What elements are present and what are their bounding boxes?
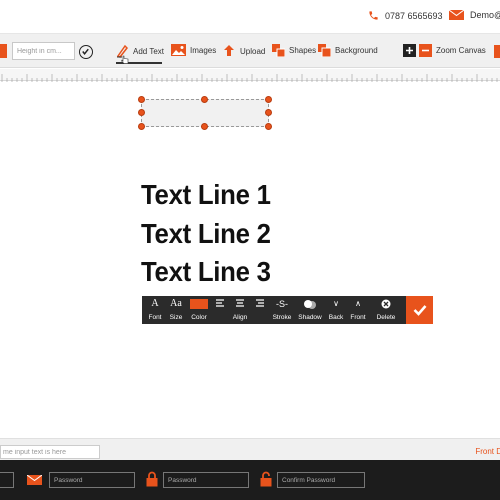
resize-handle-top[interactable] — [201, 96, 208, 103]
text-toolbar-label: Front — [350, 314, 366, 321]
delete-icon — [381, 299, 391, 309]
canvas-text-line-3[interactable]: Text Line 3 — [141, 256, 271, 288]
phone-contact[interactable]: 0787 6565693 — [368, 10, 443, 21]
bring-front-button[interactable]: ∧ Front — [347, 296, 369, 324]
text-toolbar-label: Back — [328, 314, 344, 321]
tool-label: Add Text — [133, 46, 164, 56]
tool-label: Background — [335, 46, 378, 55]
canvas-text-line-2[interactable]: Text Line 2 — [141, 218, 271, 250]
resize-handle-top-right[interactable] — [265, 96, 272, 103]
zoom-in-icon[interactable] — [403, 44, 416, 57]
bottom-input-row: Front D — [0, 438, 500, 460]
phone-icon — [369, 11, 378, 20]
color-swatch — [190, 299, 208, 309]
tool-shapes[interactable]: Shapes — [272, 44, 316, 57]
text-toolbar-label: Delete — [376, 314, 396, 321]
check-icon — [82, 48, 89, 55]
footer-signup — [0, 460, 500, 500]
top-contact-bar: 0787 6565693 Demo@1 — [0, 0, 500, 34]
upload-icon — [224, 45, 234, 56]
align-icon — [216, 299, 264, 307]
resize-handle-bottom-left[interactable] — [138, 123, 145, 130]
zoom-canvas-control: Zoom Canvas — [403, 44, 486, 57]
tool-label: Upload — [240, 46, 266, 56]
tool-label: Images — [190, 45, 217, 55]
image-icon — [171, 44, 186, 56]
front-design-link[interactable]: Front D — [475, 447, 500, 456]
cursor-hand-icon — [121, 55, 129, 64]
zoom-canvas-label: Zoom Canvas — [436, 46, 486, 55]
footer-confirm-password-input[interactable] — [277, 472, 365, 488]
text-toolbar-label: Color — [191, 314, 207, 321]
text-toolbar-label: Shadow — [298, 314, 322, 321]
lock-icon — [146, 471, 158, 487]
footer-name-input[interactable] — [0, 472, 14, 488]
resize-handle-left[interactable] — [138, 109, 145, 116]
envelope-icon — [27, 475, 42, 485]
design-toolbar: Add Text Images Upload Shapes Background… — [0, 34, 500, 68]
text-toolbar-label: Font — [148, 314, 162, 321]
tool-label: Shapes — [289, 46, 317, 55]
shapes-icon — [272, 44, 285, 57]
text-toolbar-label: Align — [232, 314, 248, 321]
tool-background[interactable]: Background — [318, 44, 378, 57]
tool-images[interactable]: Images — [171, 44, 216, 56]
font-icon: A — [151, 298, 159, 309]
text-align-button[interactable]: Align — [212, 296, 268, 324]
text-stroke-button[interactable]: -S- Stroke — [270, 296, 294, 324]
phone-number: 0787 6565693 — [385, 10, 443, 21]
text-font-button[interactable]: A Font — [146, 296, 164, 324]
email-contact[interactable]: Demo@1 — [449, 10, 500, 20]
resize-handle-right[interactable] — [265, 109, 272, 116]
unlock-icon — [260, 471, 272, 487]
bring-front-icon: ∧ — [355, 299, 361, 308]
height-confirm-button[interactable] — [79, 45, 93, 59]
resize-handle-bottom-right[interactable] — [265, 123, 272, 130]
zoom-out-icon[interactable] — [419, 44, 432, 57]
edge-orange-icon[interactable] — [0, 44, 7, 58]
delete-button[interactable]: Delete — [374, 296, 398, 324]
canvas-text-line-1[interactable]: Text Line 1 — [141, 179, 271, 211]
text-edit-toolbar: A Font Aa Size Color Align -S- Stroke Sh… — [142, 296, 406, 324]
footer-password-input[interactable] — [163, 472, 249, 488]
footer-email-input[interactable] — [49, 472, 135, 488]
background-icon — [318, 44, 331, 57]
size-icon: Aa — [170, 298, 182, 309]
canvas-ruler — [0, 69, 500, 82]
text-toolbar-label: Stroke — [272, 314, 292, 321]
height-input[interactable] — [12, 42, 75, 60]
stroke-icon: -S- — [276, 299, 288, 309]
resize-handle-bottom[interactable] — [201, 123, 208, 130]
edge-tool-icon[interactable] — [494, 45, 500, 58]
shadow-icon — [304, 300, 316, 309]
text-size-button[interactable]: Aa Size — [166, 296, 186, 324]
ruler-ticks — [1, 74, 498, 82]
text-toolbar-label: Size — [169, 314, 183, 321]
send-back-button[interactable]: ∨ Back — [326, 296, 346, 324]
envelope-icon — [449, 10, 464, 20]
resize-handle-top-left[interactable] — [138, 96, 145, 103]
text-color-button[interactable]: Color — [188, 296, 210, 324]
tool-upload[interactable]: Upload — [222, 44, 265, 58]
email-address: Demo@1 — [470, 10, 500, 20]
checkmark-icon — [413, 305, 426, 316]
text-name-input[interactable] — [0, 445, 100, 459]
send-back-icon: ∨ — [333, 299, 339, 308]
apply-text-button[interactable] — [406, 296, 433, 324]
text-shadow-button[interactable]: Shadow — [296, 296, 324, 324]
